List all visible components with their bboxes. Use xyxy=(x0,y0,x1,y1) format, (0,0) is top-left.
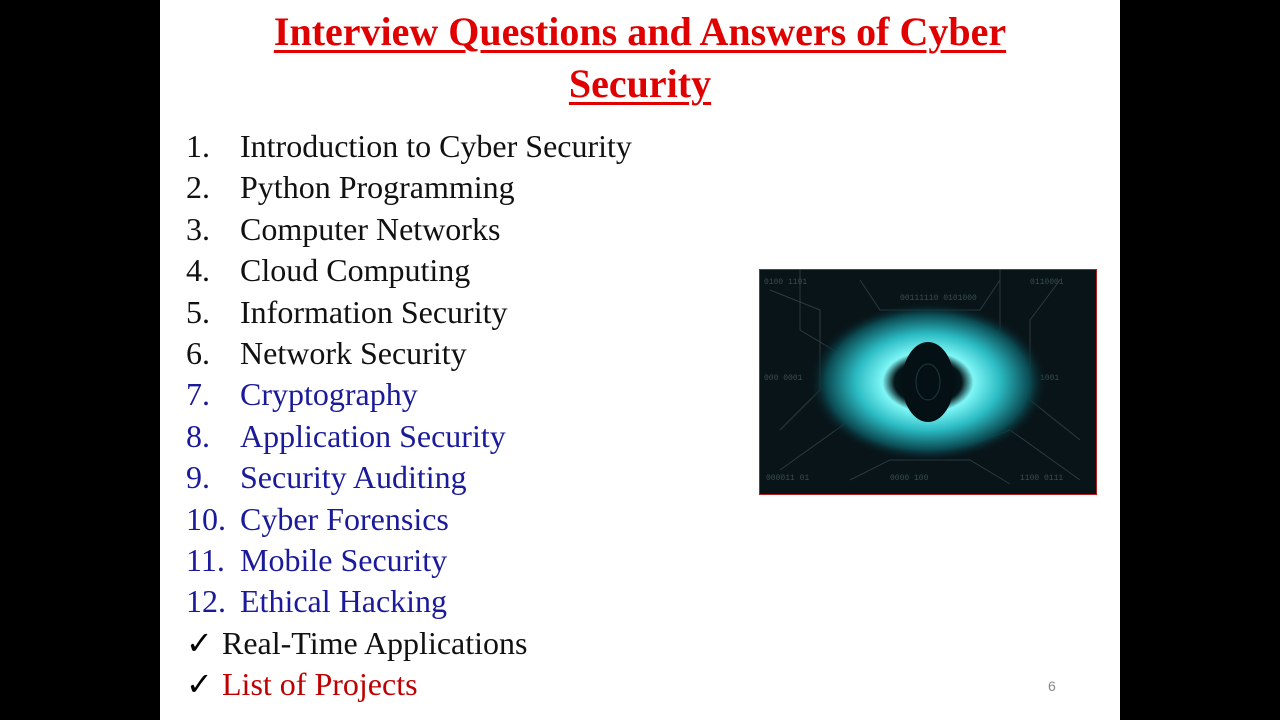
check-label: List of Projects xyxy=(222,666,418,703)
item-label: Cryptography xyxy=(240,376,418,413)
checkmark-icon: ✓ xyxy=(186,624,213,661)
list-item: 7. Cryptography xyxy=(186,374,632,415)
item-number: 9. xyxy=(186,459,210,496)
item-number: 8. xyxy=(186,417,210,454)
item-label: Python Programming xyxy=(240,169,515,206)
item-label: Cyber Forensics xyxy=(240,500,449,537)
svg-text:0000 100: 0000 100 xyxy=(890,474,929,483)
svg-text:0100 1101: 0100 1101 xyxy=(764,278,807,287)
item-number: 1. xyxy=(186,128,210,164)
list-item: 9. Security Auditing xyxy=(186,457,632,498)
item-label: Introduction to Cyber Security xyxy=(240,128,632,164)
topic-list: 1. Introduction to Cyber Security 2. Pytho… xyxy=(186,126,632,705)
list-item: 12. Ethical Hacking xyxy=(186,581,632,622)
check-item-real-time-applications: ✓ Real-Time Applications xyxy=(186,623,632,664)
item-label: Security Auditing xyxy=(240,459,467,496)
item-number: 10. xyxy=(186,500,226,537)
svg-text:000 0001: 000 0001 xyxy=(764,374,803,383)
item-number: 7. xyxy=(186,376,210,413)
item-label: Application Security xyxy=(240,417,506,454)
title-line-1: Interview Questions and Answers of Cyber xyxy=(273,9,1007,54)
list-item: 8. Application Security xyxy=(186,416,632,457)
svg-text:0110001: 0110001 xyxy=(1030,278,1064,287)
check-item-list-of-projects: ✓ List of Projects xyxy=(186,664,632,705)
item-number: 2. xyxy=(186,169,210,206)
item-number: 12. xyxy=(186,583,226,620)
svg-text:1100 0111: 1100 0111 xyxy=(1020,474,1063,483)
item-number: 6. xyxy=(186,334,210,371)
item-label: Ethical Hacking xyxy=(240,583,448,620)
item-number: 11. xyxy=(186,541,225,578)
title-line-2: Security xyxy=(568,61,712,106)
item-label: Information Security xyxy=(240,293,508,330)
item-label: Computer Networks xyxy=(240,210,501,247)
item-number: 4. xyxy=(186,252,210,289)
list-item: 5. Information Security xyxy=(186,292,632,333)
item-label: Cloud Computing xyxy=(240,252,471,289)
item-number: 3. xyxy=(186,210,210,247)
list-item: 3. Computer Networks xyxy=(186,209,632,250)
checkmark-icon: ✓ xyxy=(186,666,213,703)
svg-text:00111110 0101000: 00111110 0101000 xyxy=(900,294,977,303)
check-label: Real-Time Applications xyxy=(222,624,528,661)
list-item: 2. Python Programming xyxy=(186,167,632,208)
item-number: 5. xyxy=(186,293,210,330)
cyber-eye-image: 0100 1101 0110001 000 0001 1001 00111110 0… xyxy=(759,269,1097,495)
svg-text:000011 01: 000011 01 xyxy=(766,474,809,483)
item-label: Network Security xyxy=(240,334,467,371)
slide-title: Interview Questions and Answers of Cyber… xyxy=(160,6,1120,110)
list-item: 4. Cloud Computing xyxy=(186,250,632,291)
list-item: 10. Cyber Forensics xyxy=(186,499,632,540)
list-item: 6. Network Security xyxy=(186,333,632,374)
cyber-eye-icon: 0100 1101 0110001 000 0001 1001 00111110 0… xyxy=(760,270,1096,494)
slide: Interview Questions and Answers of Cyber… xyxy=(160,0,1120,720)
page-number: 6 xyxy=(1048,678,1056,694)
item-label: Mobile Security xyxy=(240,541,448,578)
list-item: 1. Introduction to Cyber Security xyxy=(186,126,632,167)
list-item: 11. Mobile Security xyxy=(186,540,632,581)
